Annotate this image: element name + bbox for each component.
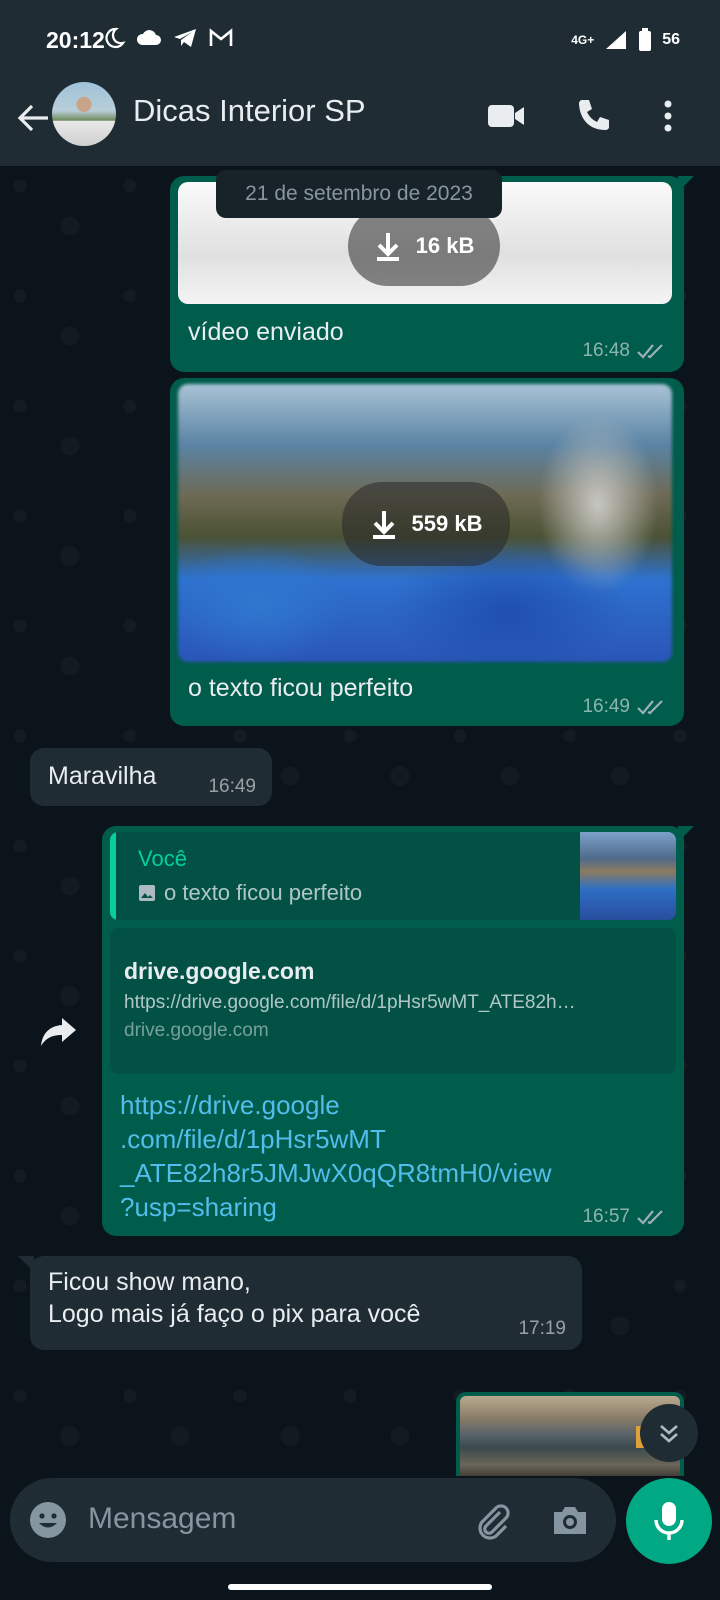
message-input[interactable]: Mensagem xyxy=(88,1502,236,1536)
link-preview[interactable]: drive.google.com https://drive.google.co… xyxy=(110,928,676,1074)
message-meta: 16:57 xyxy=(582,1206,666,1228)
download-button[interactable]: 559 kB xyxy=(342,482,510,566)
date-chip: 21 de setembro de 2023 xyxy=(216,170,502,218)
link-line: _ATE82h8r5JMJwX0qQR8tmH0/view xyxy=(120,1158,552,1188)
message-composer[interactable]: Mensagem xyxy=(10,1478,616,1562)
message-text: Maravilha xyxy=(48,762,157,790)
message-link[interactable]: https://drive.google .com/file/d/1pHsr5w… xyxy=(120,1088,552,1224)
message-meta: 16:48 xyxy=(582,340,666,362)
forward-icon[interactable] xyxy=(38,1014,80,1050)
download-icon xyxy=(376,233,399,261)
battery-level: 56 xyxy=(662,31,680,48)
read-receipt-icon xyxy=(637,344,663,359)
message-bubble-in[interactable]: Maravilha 16:49 xyxy=(30,748,272,806)
battery-icon xyxy=(639,28,652,51)
image-icon xyxy=(139,885,155,901)
quote-author: Você xyxy=(138,846,187,871)
link-preview-url: https://drive.google.com/file/d/1pHsr5wM… xyxy=(124,992,576,1013)
contact-avatar[interactable] xyxy=(52,82,116,146)
back-arrow-icon[interactable] xyxy=(14,98,54,138)
network-label: 4G+ xyxy=(571,33,595,47)
status-bar: 20:12 4G+ 56 xyxy=(0,0,720,80)
download-size: 559 kB xyxy=(411,511,483,536)
gmail-icon xyxy=(209,28,233,46)
message-caption: vídeo enviado xyxy=(188,318,344,346)
link-line: https://drive.google xyxy=(120,1090,340,1120)
status-notification-icons xyxy=(102,26,234,50)
read-receipt-icon xyxy=(637,700,663,715)
message-bubble-out[interactable]: Você o texto ficou perfeito drive.google… xyxy=(102,826,684,1236)
message-time: 17:19 xyxy=(518,1318,566,1339)
link-preview-title: drive.google.com xyxy=(124,958,315,984)
quoted-message[interactable]: Você o texto ficou perfeito xyxy=(110,832,676,920)
download-size: 16 kB xyxy=(415,233,475,258)
status-time: 20:12 xyxy=(46,27,105,53)
microphone-icon xyxy=(654,1502,684,1540)
video-call-icon[interactable] xyxy=(484,94,528,138)
link-preview-site: drive.google.com xyxy=(124,1020,269,1041)
bubble-tail xyxy=(18,1256,34,1272)
telegram-icon xyxy=(174,29,196,47)
quote-thumbnail xyxy=(580,832,676,920)
scroll-to-bottom-button[interactable] xyxy=(640,1404,698,1462)
camera-icon[interactable] xyxy=(548,1498,592,1542)
message-meta: 16:49 xyxy=(208,776,256,798)
message-time: 16:57 xyxy=(582,1206,630,1227)
message-text: Ficou show mano, Logo mais já faço o pix… xyxy=(48,1266,420,1330)
attach-icon[interactable] xyxy=(470,1498,514,1542)
gesture-navigation-bar[interactable] xyxy=(228,1584,492,1590)
emoji-icon[interactable] xyxy=(28,1500,68,1540)
message-caption: o texto ficou perfeito xyxy=(188,674,414,702)
signal-icon xyxy=(606,31,627,49)
read-receipt-icon xyxy=(637,1210,663,1225)
bubble-tail xyxy=(678,176,694,192)
contact-name[interactable]: Dicas Interior SP xyxy=(133,93,366,129)
message-time: 16:49 xyxy=(208,776,256,797)
message-time: 16:48 xyxy=(582,340,630,361)
more-options-icon[interactable] xyxy=(646,94,690,138)
status-right: 4G+ 56 xyxy=(571,28,680,52)
message-bubble-in[interactable]: Ficou show mano, Logo mais já faço o pix… xyxy=(30,1256,582,1350)
message-meta: 17:19 xyxy=(518,1318,566,1340)
message-meta: 16:49 xyxy=(582,696,666,718)
bubble-tail xyxy=(678,826,694,842)
link-line: .com/file/d/1pHsr5wMT xyxy=(120,1124,386,1154)
download-button[interactable]: 16 kB xyxy=(348,206,500,286)
message-line: Logo mais já faço o pix para você xyxy=(48,1300,421,1328)
link-line: ?usp=sharing xyxy=(120,1192,277,1222)
download-icon xyxy=(372,511,395,539)
message-time: 16:49 xyxy=(582,696,630,717)
chat-messages-area[interactable]: 21 de setembro de 2023 16 kB vídeo envia… xyxy=(0,166,720,1476)
cloud-icon xyxy=(136,30,161,45)
voice-record-button[interactable] xyxy=(626,1478,712,1564)
quote-bar xyxy=(110,832,116,920)
chevron-double-down-icon xyxy=(660,1425,678,1443)
quote-text-row: o texto ficou perfeito xyxy=(138,880,362,906)
message-bubble-out[interactable]: 559 kB o texto ficou perfeito 16:49 xyxy=(170,378,684,726)
message-line: Ficou show mano, xyxy=(48,1268,251,1296)
moon-icon xyxy=(105,27,126,49)
phone-icon[interactable] xyxy=(572,94,616,138)
quote-text: o texto ficou perfeito xyxy=(164,880,363,905)
chat-header: Dicas Interior SP xyxy=(0,80,720,166)
